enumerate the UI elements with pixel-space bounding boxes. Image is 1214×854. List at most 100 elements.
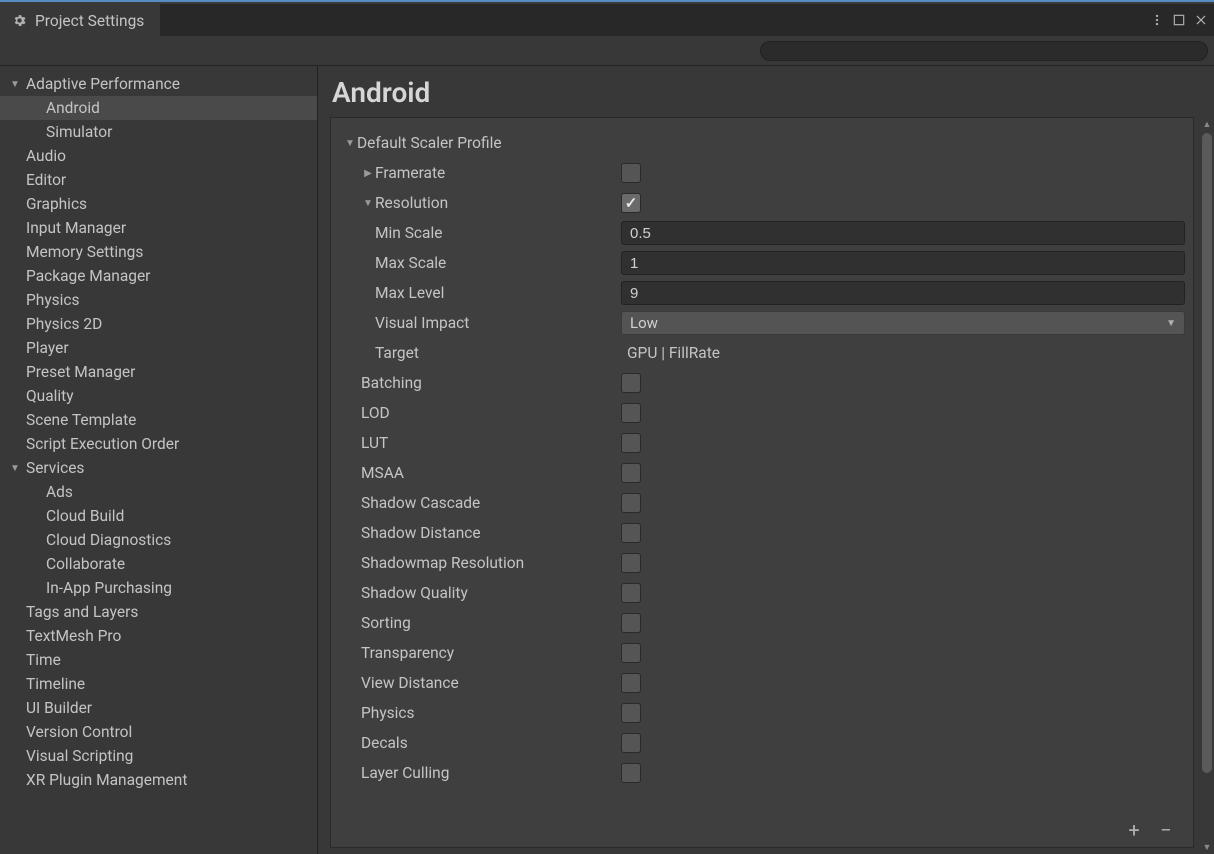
input-max-level[interactable]: [621, 281, 1185, 305]
sidebar-item[interactable]: UI Builder: [0, 696, 317, 720]
sidebar-item[interactable]: ▼ Adaptive Performance: [0, 72, 317, 96]
sidebar-item[interactable]: Version Control: [0, 720, 317, 744]
scaler-label[interactable]: Sorting: [361, 614, 411, 632]
sidebar-item[interactable]: Memory Settings: [0, 240, 317, 264]
sidebar-item[interactable]: Physics: [0, 288, 317, 312]
sidebar-item[interactable]: Quality: [0, 384, 317, 408]
scaler-checkbox[interactable]: [621, 763, 641, 783]
sidebar-item[interactable]: Android: [0, 96, 317, 120]
sidebar-item[interactable]: Script Execution Order: [0, 432, 317, 456]
scaler-label[interactable]: Batching: [361, 374, 422, 392]
label-target: Target: [375, 344, 419, 362]
scaler-label[interactable]: Transparency: [361, 644, 454, 662]
scaler-label[interactable]: Layer Culling: [361, 764, 449, 782]
sidebar-item[interactable]: Package Manager: [0, 264, 317, 288]
foldout-arrow-icon[interactable]: ▼: [361, 198, 375, 209]
sidebar-item[interactable]: Cloud Build: [0, 504, 317, 528]
scaler-checkbox[interactable]: [621, 463, 641, 483]
scaler-checkbox[interactable]: [621, 703, 641, 723]
scaler-label[interactable]: LOD: [361, 404, 390, 422]
sidebar-item[interactable]: Ads: [0, 480, 317, 504]
maximize-icon[interactable]: [1172, 13, 1186, 27]
gear-icon: [12, 13, 27, 28]
section-default-scaler-profile[interactable]: Default Scaler Profile: [357, 134, 502, 152]
sidebar-item-label: Adaptive Performance: [26, 75, 180, 93]
checkbox-resolution[interactable]: [621, 193, 641, 213]
page-title: Android: [318, 66, 1214, 117]
sidebar-item[interactable]: Cloud Diagnostics: [0, 528, 317, 552]
search-input[interactable]: [760, 41, 1208, 61]
sidebar-item[interactable]: Visual Scripting: [0, 744, 317, 768]
scaler-checkbox[interactable]: [621, 583, 641, 603]
scaler-checkbox[interactable]: [621, 493, 641, 513]
scaler-label[interactable]: Shadow Distance: [361, 524, 481, 542]
label-visual-impact: Visual Impact: [375, 314, 469, 332]
sidebar-item[interactable]: Collaborate: [0, 552, 317, 576]
scaler-checkbox[interactable]: [621, 733, 641, 753]
tab-project-settings[interactable]: Project Settings: [0, 4, 160, 36]
content-body: ▼ Default Scaler Profile ▶ Framerate: [330, 117, 1194, 848]
chevron-down-icon: ▼: [1166, 318, 1176, 329]
add-button[interactable]: +: [1123, 819, 1145, 841]
sidebar-item[interactable]: Preset Manager: [0, 360, 317, 384]
remove-button[interactable]: −: [1155, 819, 1177, 841]
sidebar-item[interactable]: Tags and Layers: [0, 600, 317, 624]
scaler-checkbox[interactable]: [621, 553, 641, 573]
sidebar-item[interactable]: Input Manager: [0, 216, 317, 240]
scrollbar-thumb[interactable]: [1202, 133, 1212, 773]
dropdown-visual-impact[interactable]: Low ▼: [621, 311, 1185, 335]
scaler-label[interactable]: Shadowmap Resolution: [361, 554, 524, 572]
scroll-down-icon[interactable]: ▼: [1200, 840, 1214, 854]
input-min-scale[interactable]: [621, 221, 1185, 245]
scaler-checkbox[interactable]: [621, 613, 641, 633]
value-target: GPU | FillRate: [621, 344, 720, 362]
sidebar-item[interactable]: Audio: [0, 144, 317, 168]
scaler-checkbox[interactable]: [621, 373, 641, 393]
foldout-arrow-icon[interactable]: ▶: [361, 168, 375, 179]
label-resolution[interactable]: Resolution: [375, 194, 448, 212]
sidebar-item[interactable]: TextMesh Pro: [0, 624, 317, 648]
scrollbar[interactable]: ▲ ▼: [1200, 117, 1214, 854]
sidebar-item[interactable]: Timeline: [0, 672, 317, 696]
scaler-label[interactable]: Shadow Quality: [361, 584, 468, 602]
scaler-label[interactable]: View Distance: [361, 674, 459, 692]
sidebar-item[interactable]: XR Plugin Management: [0, 768, 317, 792]
input-max-scale[interactable]: [621, 251, 1185, 275]
scroll-up-icon[interactable]: ▲: [1200, 117, 1214, 131]
sidebar-item[interactable]: Editor: [0, 168, 317, 192]
scaler-checkbox[interactable]: [621, 433, 641, 453]
foldout-arrow-icon[interactable]: ▼: [343, 138, 357, 149]
scaler-label[interactable]: Physics: [361, 704, 415, 722]
scaler-checkbox[interactable]: [621, 673, 641, 693]
sidebar-item[interactable]: Simulator: [0, 120, 317, 144]
label-max-scale: Max Scale: [375, 254, 446, 272]
scaler-label[interactable]: Shadow Cascade: [361, 494, 480, 512]
content-panel: Android ▼ Default Scaler Profile ▶ Frame…: [318, 66, 1214, 854]
sidebar-item[interactable]: Graphics: [0, 192, 317, 216]
label-max-level: Max Level: [375, 284, 444, 302]
settings-sidebar: ▼ Adaptive Performance AndroidSimulatorAud…: [0, 66, 318, 854]
sidebar-item[interactable]: ▼ Services: [0, 456, 317, 480]
scaler-checkbox[interactable]: [621, 643, 641, 663]
sidebar-item[interactable]: Scene Template: [0, 408, 317, 432]
checkbox-framerate[interactable]: [621, 163, 641, 183]
label-framerate[interactable]: Framerate: [375, 164, 445, 182]
tab-bar: Project Settings: [0, 4, 1214, 36]
scaler-label[interactable]: Decals: [361, 734, 408, 752]
search-bar-row: [0, 36, 1214, 66]
label-min-scale: Min Scale: [375, 224, 442, 242]
scaler-checkbox[interactable]: [621, 403, 641, 423]
tab-title: Project Settings: [35, 12, 144, 30]
kebab-menu-icon[interactable]: [1150, 13, 1164, 27]
scaler-label[interactable]: MSAA: [361, 464, 404, 482]
close-icon[interactable]: [1194, 13, 1208, 27]
scaler-label[interactable]: LUT: [361, 434, 388, 452]
scaler-checkbox[interactable]: [621, 523, 641, 543]
foldout-arrow-icon[interactable]: ▼: [8, 79, 22, 90]
sidebar-item-label: Services: [26, 459, 84, 477]
foldout-arrow-icon[interactable]: ▼: [8, 463, 22, 474]
sidebar-item[interactable]: Physics 2D: [0, 312, 317, 336]
sidebar-item[interactable]: In-App Purchasing: [0, 576, 317, 600]
sidebar-item[interactable]: Time: [0, 648, 317, 672]
sidebar-item[interactable]: Player: [0, 336, 317, 360]
